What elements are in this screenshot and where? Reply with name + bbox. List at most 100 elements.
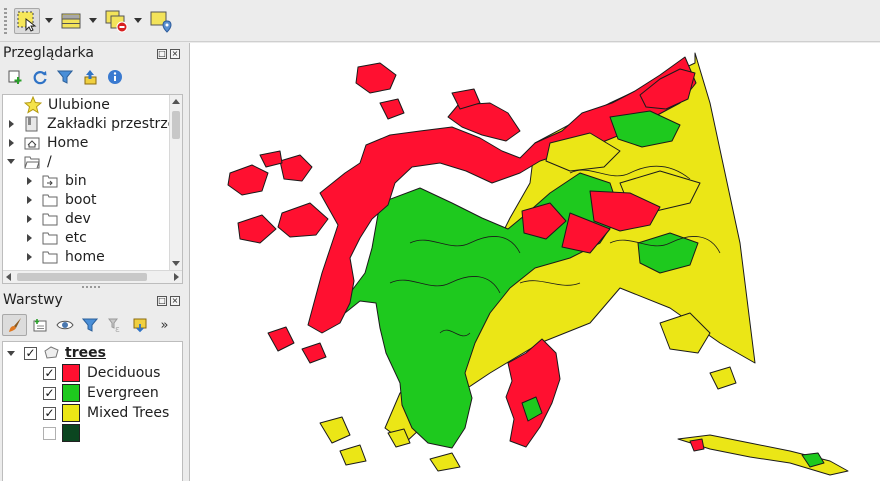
tree-item-etc[interactable]: etc	[24, 228, 87, 247]
scrollbar-thumb[interactable]	[172, 111, 180, 139]
tree-item-favourites[interactable]: Ulubione	[6, 95, 110, 114]
visibility-eye-icon	[55, 320, 74, 330]
tree-item-label: /	[47, 153, 52, 170]
layers-toolbar: ε »	[2, 314, 177, 336]
expand-arrow[interactable]	[24, 214, 34, 224]
browser-toolbar	[2, 66, 127, 88]
class-color-swatch	[62, 424, 80, 442]
scroll-right-arrow[interactable]	[174, 273, 179, 281]
scroll-up-arrow[interactable]	[172, 99, 180, 104]
browser-panel-close-button[interactable]: ×	[170, 49, 180, 59]
add-layer-button[interactable]	[2, 66, 27, 88]
filter-legend-icon	[81, 318, 98, 332]
scroll-down-arrow[interactable]	[172, 261, 180, 266]
expand-arrow[interactable]	[24, 176, 34, 186]
tree-item-home[interactable]: Home	[6, 133, 88, 152]
style-panel-button[interactable]	[2, 314, 27, 336]
tree-item-dev[interactable]: dev	[24, 209, 91, 228]
panel-splitter[interactable]	[0, 285, 186, 289]
visibility-button[interactable]	[52, 314, 77, 336]
browser-panel-title: Przeglądarka	[3, 45, 94, 61]
scrollbar-thumb[interactable]	[17, 273, 147, 281]
polygon-layer-icon	[44, 346, 59, 359]
filter-browser-button[interactable]	[52, 66, 77, 88]
layer-row-trees[interactable]: ✓ trees	[6, 343, 106, 363]
remove-layer-icon	[133, 318, 146, 333]
class-visibility-checkbox[interactable]: ✓	[43, 406, 56, 420]
filter-legend-button[interactable]	[77, 314, 102, 336]
browser-horizontal-scrollbar[interactable]	[3, 270, 182, 283]
tree-item-spatial-bookmarks[interactable]: Zakładki przestrze	[6, 114, 176, 133]
tree-item-label: Home	[47, 134, 89, 151]
star-icon	[24, 95, 42, 114]
select-features-icon	[17, 11, 37, 32]
layers-panel-float-button[interactable]: □	[157, 296, 167, 306]
class-visibility-checkbox[interactable]: ✓	[43, 366, 56, 380]
class-label: Evergreen	[87, 385, 159, 401]
tree-item-root[interactable]: /	[6, 152, 52, 171]
filter-icon	[56, 70, 73, 84]
expand-arrow[interactable]	[24, 195, 34, 205]
deselect-features-dropdown[interactable]	[134, 18, 142, 23]
layer-name: trees	[65, 345, 106, 361]
refresh-button[interactable]	[27, 66, 52, 88]
collapse-arrow[interactable]	[6, 348, 16, 358]
identify-features-icon	[150, 11, 172, 33]
legend-class-mixed-trees[interactable]: ✓ Mixed Trees	[43, 403, 169, 423]
layer-visibility-checkbox[interactable]: ✓	[24, 346, 37, 360]
home-folder-icon	[24, 137, 40, 149]
folder-open-icon	[24, 156, 40, 168]
add-layer-icon	[8, 70, 21, 84]
more-chevron-icon: »	[160, 317, 169, 333]
attribute-table-icon	[61, 13, 81, 29]
expand-arrow[interactable]	[6, 138, 16, 148]
folder-icon	[42, 232, 58, 244]
folder-icon	[42, 213, 58, 225]
collapse-all-button[interactable]	[77, 66, 102, 88]
legend-class-evergreen[interactable]: ✓ Evergreen	[43, 383, 159, 403]
tree-item-bin[interactable]: bin	[24, 171, 87, 190]
folder-icon	[42, 194, 58, 206]
tree-item-home-dir[interactable]: home	[24, 247, 105, 266]
tree-item-label: Zakładki przestrze	[47, 115, 177, 132]
attribute-table-button[interactable]	[58, 8, 84, 34]
folder-link-icon	[42, 175, 58, 187]
collapse-arrow[interactable]	[6, 157, 16, 167]
tree-item-label: bin	[65, 172, 87, 189]
browser-vertical-scrollbar[interactable]	[169, 95, 182, 270]
class-visibility-checkbox[interactable]: ✓	[43, 386, 56, 400]
style-brush-icon	[8, 318, 21, 332]
select-features-dropdown[interactable]	[45, 18, 53, 23]
select-features-button[interactable]	[14, 8, 40, 34]
deselect-features-button[interactable]	[104, 8, 130, 34]
qgis-window: Przeglądarka □ × Ulubione Zakładki przes…	[0, 0, 880, 481]
attribute-table-dropdown[interactable]	[89, 18, 97, 23]
refresh-icon	[33, 71, 47, 85]
properties-button[interactable]	[102, 66, 127, 88]
add-group-button[interactable]	[27, 314, 52, 336]
bookmarks-icon	[25, 116, 38, 131]
class-visibility-checkbox[interactable]	[43, 426, 56, 440]
layers-panel-close-button[interactable]: ×	[170, 296, 180, 306]
class-label: Mixed Trees	[87, 405, 170, 421]
expand-arrow[interactable]	[24, 252, 34, 262]
expression-filter-button[interactable]: ε	[102, 314, 127, 336]
expand-arrow[interactable]	[6, 119, 16, 129]
legend-class-unlabeled[interactable]	[43, 423, 87, 443]
browser-tree[interactable]: Ulubione Zakładki przestrze Home / bin b…	[2, 94, 183, 284]
browser-panel-float-button[interactable]: □	[157, 49, 167, 59]
scroll-left-arrow[interactable]	[6, 273, 11, 281]
identify-location-button[interactable]	[148, 8, 174, 34]
remove-layer-button[interactable]	[127, 314, 152, 336]
toolbar-grip[interactable]	[4, 8, 7, 34]
collapse-all-icon	[84, 70, 96, 85]
layer-tree[interactable]: ✓ trees ✓ Deciduous ✓ Evergreen ✓ Mixed …	[2, 341, 183, 481]
expand-arrow[interactable]	[24, 233, 34, 243]
class-color-swatch	[62, 384, 80, 402]
more-tools-button[interactable]: »	[152, 314, 177, 336]
map-canvas[interactable]	[189, 43, 880, 481]
tree-item-label: Ulubione	[48, 96, 110, 113]
legend-class-deciduous[interactable]: ✓ Deciduous	[43, 363, 160, 383]
expression-filter-icon: ε	[107, 318, 120, 333]
tree-item-boot[interactable]: boot	[24, 190, 97, 209]
